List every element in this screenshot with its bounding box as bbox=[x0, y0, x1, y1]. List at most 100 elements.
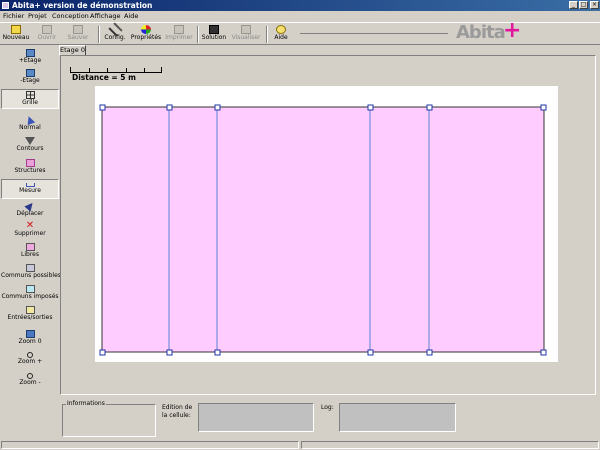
measure-tool[interactable]: Mesure bbox=[1, 179, 59, 199]
cell-edit-label-line1: Edition de bbox=[162, 404, 193, 411]
remove-floor-label: -Etage bbox=[20, 77, 40, 84]
grid-toggle[interactable]: Grille bbox=[1, 89, 59, 109]
menu-affichage[interactable]: Affichage bbox=[90, 11, 121, 22]
menu-conception[interactable]: Conception bbox=[52, 11, 89, 22]
vertex-handle[interactable] bbox=[426, 104, 433, 111]
toolbar-separator bbox=[98, 26, 100, 43]
add-floor-label: +Etage bbox=[18, 57, 42, 64]
logo-text: Abita bbox=[456, 22, 506, 43]
distance-readout: Distance = 5 m bbox=[72, 73, 136, 82]
aide-label: Aide bbox=[274, 34, 288, 41]
free-zone-tool[interactable]: Libres bbox=[1, 242, 59, 259]
proprietes-button[interactable]: Propriétés bbox=[130, 24, 162, 44]
ouvrir-label: Ouvrir bbox=[37, 34, 57, 41]
vertex-handle[interactable] bbox=[99, 104, 106, 111]
vertex-handle[interactable] bbox=[166, 104, 173, 111]
measure-label: Mesure bbox=[19, 187, 41, 194]
sauver-label: Sauver bbox=[67, 34, 89, 41]
structures-tool[interactable]: Structures bbox=[1, 158, 59, 175]
ruler-tick bbox=[126, 68, 127, 72]
maximize-button[interactable]: □ bbox=[579, 1, 588, 9]
status-bar bbox=[0, 440, 600, 450]
vertex-handle[interactable] bbox=[214, 349, 221, 356]
plan-outline[interactable] bbox=[101, 106, 545, 353]
zoom-reset-icon bbox=[25, 330, 35, 338]
menu-fichier[interactable]: Fichier bbox=[3, 11, 24, 22]
zoom-in-button[interactable]: Zoom + bbox=[1, 351, 59, 366]
toolbar-separator bbox=[266, 26, 268, 43]
config-button[interactable]: Config. bbox=[102, 22, 128, 44]
common-imposed-label: Communs imposés bbox=[1, 293, 59, 300]
common-possible-label: Communs possibles bbox=[1, 272, 61, 279]
move-tool[interactable]: Déplacer bbox=[1, 200, 59, 218]
ruler-tick bbox=[89, 68, 90, 72]
window-title: Abita+ version de démonstration bbox=[12, 1, 153, 10]
imprimer-button[interactable]: Imprimer bbox=[164, 24, 194, 44]
status-panel bbox=[301, 441, 599, 449]
entries-exits-label: Entrées/sorties bbox=[7, 314, 53, 321]
logo-divider bbox=[300, 33, 448, 34]
open-folder-icon bbox=[42, 25, 52, 34]
tool-palette: +Etage -Etage Grille Normal Contours Str… bbox=[0, 46, 61, 440]
close-button[interactable]: × bbox=[590, 1, 599, 9]
vertex-handle[interactable] bbox=[367, 104, 374, 111]
entries-exits-swatch-icon bbox=[25, 306, 35, 314]
vertex-handle[interactable] bbox=[367, 349, 374, 356]
log-label: Log: bbox=[321, 404, 334, 411]
remove-floor-icon bbox=[25, 69, 35, 77]
view-icon bbox=[241, 25, 251, 34]
zoom-reset-button[interactable]: Zoom 0 bbox=[1, 329, 59, 346]
cell-edit-label: Edition de la cellule: bbox=[162, 404, 192, 420]
palette-icon bbox=[141, 25, 151, 34]
vertex-handle[interactable] bbox=[99, 349, 106, 356]
contour-triangle-icon bbox=[25, 137, 35, 145]
aide-button[interactable]: Aide bbox=[270, 24, 292, 44]
menu-aide[interactable]: Aide bbox=[124, 11, 138, 22]
title-bar: Abita+ version de démonstration _ □ × bbox=[0, 0, 600, 11]
drawing-canvas[interactable] bbox=[95, 86, 558, 362]
cell-edit-field[interactable] bbox=[198, 403, 314, 432]
ruler-tick bbox=[107, 68, 108, 72]
vertex-handle[interactable] bbox=[540, 349, 547, 356]
visualiser-button[interactable]: Visualiser bbox=[230, 24, 262, 44]
common-possible-tool[interactable]: Communs possibles bbox=[1, 263, 61, 280]
structures-label: Structures bbox=[14, 167, 46, 174]
remove-floor-button[interactable]: -Etage bbox=[1, 68, 59, 85]
zoom-reset-label: Zoom 0 bbox=[18, 338, 42, 345]
vertex-handle[interactable] bbox=[426, 349, 433, 356]
delete-tool[interactable]: ✕ Supprimer bbox=[1, 221, 59, 238]
entries-exits-tool[interactable]: Entrées/sorties bbox=[1, 305, 59, 322]
normal-tool[interactable]: Normal bbox=[1, 114, 59, 132]
ruler-tick bbox=[144, 68, 145, 72]
grid-label: Grille bbox=[22, 99, 38, 106]
ouvrir-button[interactable]: Ouvrir bbox=[34, 24, 60, 44]
visualiser-label: Visualiser bbox=[231, 34, 261, 41]
add-floor-icon bbox=[25, 49, 35, 57]
common-imposed-tool[interactable]: Communs imposés bbox=[1, 284, 59, 301]
zoom-out-button[interactable]: Zoom - bbox=[1, 372, 59, 387]
informations-group bbox=[62, 404, 156, 437]
contours-tool[interactable]: Contours bbox=[1, 136, 59, 153]
structure-icon bbox=[25, 159, 35, 167]
menu-projet[interactable]: Projet bbox=[28, 11, 47, 22]
solution-button[interactable]: Solution bbox=[200, 24, 228, 44]
proprietes-label: Propriétés bbox=[130, 34, 162, 41]
delete-x-icon: ✕ bbox=[25, 220, 35, 231]
contours-label: Contours bbox=[16, 145, 44, 152]
abita-logo: Abita + bbox=[456, 20, 522, 43]
vertex-handle[interactable] bbox=[540, 104, 547, 111]
vertex-handle[interactable] bbox=[166, 349, 173, 356]
minimize-button[interactable]: _ bbox=[569, 1, 578, 9]
toolbar-separator bbox=[197, 26, 199, 43]
vertex-handle[interactable] bbox=[214, 104, 221, 111]
sauver-button[interactable]: Sauver bbox=[64, 24, 92, 44]
floor-plan[interactable] bbox=[95, 86, 558, 362]
add-floor-button[interactable]: +Etage bbox=[1, 48, 59, 65]
cell-edit-label-line2: la cellule: bbox=[162, 412, 191, 419]
nouveau-button[interactable]: Nouveau bbox=[1, 24, 31, 44]
log-field[interactable] bbox=[339, 403, 456, 432]
free-zone-swatch-icon bbox=[25, 243, 35, 251]
informations-label: Informations bbox=[66, 400, 106, 407]
common-imposed-swatch-icon bbox=[25, 285, 35, 293]
new-file-icon bbox=[11, 25, 21, 34]
